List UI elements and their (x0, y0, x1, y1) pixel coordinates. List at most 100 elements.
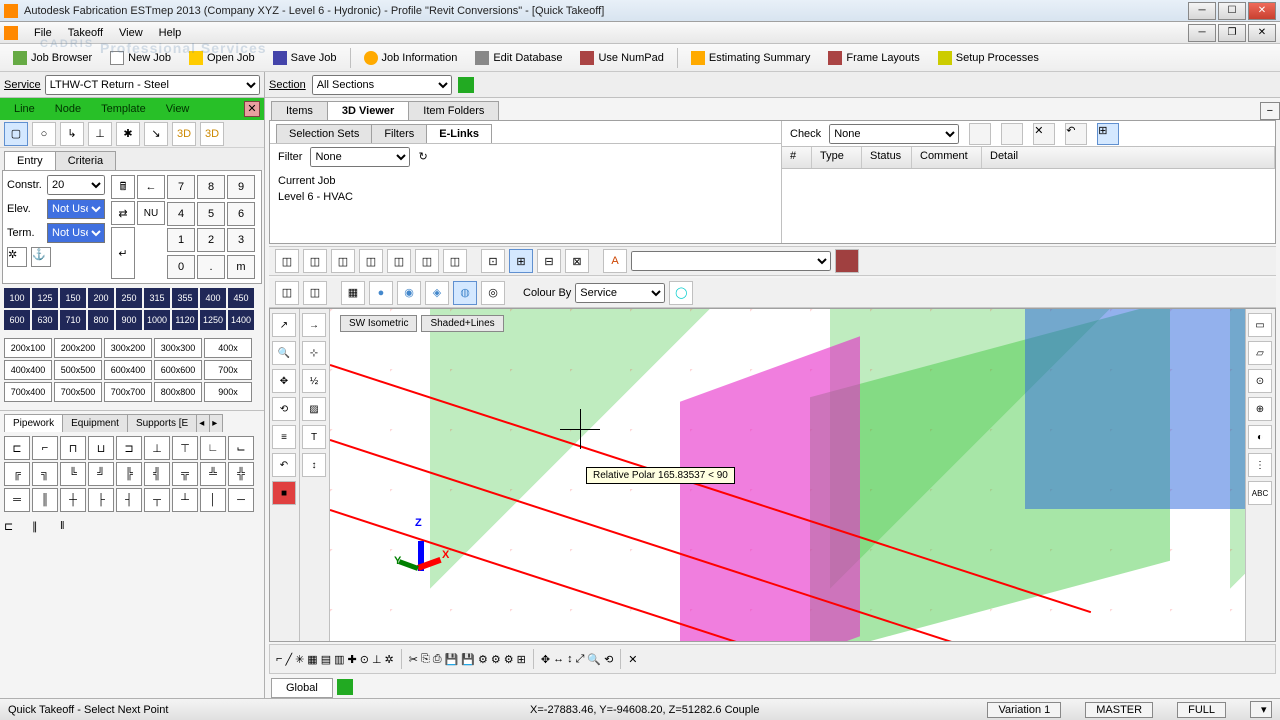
vt-cube6[interactable]: ◫ (415, 249, 439, 273)
pipe-item-18[interactable]: ═ (4, 488, 30, 512)
vt2-hidden[interactable]: ◎ (481, 281, 505, 305)
bottom-tool-3[interactable]: ▦ (307, 653, 317, 666)
mdi-minimize-button[interactable]: ─ (1188, 24, 1216, 42)
tab-node[interactable]: Node (45, 101, 91, 117)
open-job-button[interactable]: Open Job (182, 48, 262, 68)
size-round-900[interactable]: 900 (116, 310, 142, 330)
vt2-box[interactable]: ◈ (425, 281, 449, 305)
vt-sel4[interactable]: ⊠ (565, 249, 589, 273)
lv-pan[interactable]: ✥ (272, 369, 296, 393)
line-tool-3[interactable]: ↳ (60, 122, 84, 146)
elev-select[interactable]: Not Used (47, 199, 105, 219)
size-round-710[interactable]: 710 (60, 310, 86, 330)
bottom-tool-21[interactable]: ✥ (541, 653, 550, 666)
pipe-item-21[interactable]: ├ (88, 488, 114, 512)
size-rect-8[interactable]: 600x600 (154, 360, 202, 380)
minimize-button[interactable]: ─ (1188, 2, 1216, 20)
size-rect-9[interactable]: 700x (204, 360, 252, 380)
line-tool-4[interactable]: ⊥ (88, 122, 112, 146)
vt-cube7[interactable]: ◫ (443, 249, 467, 273)
size-rect-12[interactable]: 700x700 (104, 382, 152, 402)
tab-selection-sets[interactable]: Selection Sets (276, 124, 372, 143)
tab-criteria[interactable]: Criteria (55, 151, 116, 170)
size-rect-3[interactable]: 300x300 (154, 338, 202, 358)
job-info-button[interactable]: Job Information (357, 48, 465, 68)
lv-zoom[interactable]: 🔍 (272, 341, 296, 365)
bottom-tool-1[interactable]: ╱ (285, 653, 292, 666)
bottom-tool-15[interactable]: 💾 (461, 653, 475, 666)
lv-list[interactable]: ≡ (272, 425, 296, 449)
frame-layouts-button[interactable]: Frame Layouts (821, 48, 926, 68)
pipe-item-24[interactable]: ┴ (172, 488, 198, 512)
col-detail[interactable]: Detail (982, 147, 1275, 168)
pipe-item-extra-3[interactable]: ‖ (60, 520, 86, 533)
bottom-tool-6[interactable]: ✚ (348, 653, 357, 666)
nu-key[interactable]: NU (137, 201, 165, 225)
mdi-restore-button[interactable]: ❐ (1218, 24, 1246, 42)
vt-sel1[interactable]: ⊡ (481, 249, 505, 273)
vt2-solid[interactable]: ● (369, 281, 393, 305)
key-7[interactable]: 7 (167, 175, 195, 199)
tab-line[interactable]: Line (4, 101, 45, 117)
tab-view[interactable]: View (156, 101, 200, 117)
3d-viewport[interactable]: ↗ 🔍 ✥ ⟲ ≡ ↶ ■ → ⊹ ½ ▨ T ↕ ▭ ▱ ⊙ ⊕ ◐ (269, 308, 1276, 642)
tab-e-links[interactable]: E-Links (426, 124, 492, 143)
lv2-1[interactable]: → (302, 313, 326, 337)
bottom-tool-18[interactable]: ⚙ (504, 653, 514, 666)
check-grid-body[interactable] (782, 169, 1275, 243)
check-tool-active[interactable]: ⊞ (1097, 123, 1119, 145)
key-6[interactable]: 6 (227, 202, 255, 226)
rv-1[interactable]: ▭ (1248, 313, 1272, 337)
pipe-item-11[interactable]: ╚ (60, 462, 86, 486)
check-tool-2[interactable] (1001, 123, 1023, 145)
key-dot[interactable]: . (197, 255, 225, 279)
size-rect-7[interactable]: 600x400 (104, 360, 152, 380)
bottom-tool-24[interactable]: ⤢ (576, 653, 585, 666)
size-round-1120[interactable]: 1120 (172, 310, 198, 330)
lv-arrow[interactable]: ↗ (272, 313, 296, 337)
pipe-item-15[interactable]: ╦ (172, 462, 198, 486)
col-status[interactable]: Status (862, 147, 912, 168)
pipe-item-16[interactable]: ╩ (200, 462, 226, 486)
bottom-tool-22[interactable]: ↔ (553, 653, 564, 665)
app-menu-icon[interactable] (4, 26, 18, 40)
size-round-400[interactable]: 400 (200, 288, 226, 308)
colour-by-icon[interactable]: ◯ (669, 281, 693, 305)
bottom-tool-28[interactable]: ✕ (628, 653, 637, 666)
rv-3[interactable]: ⊙ (1248, 369, 1272, 393)
lv2-5[interactable]: T (302, 425, 326, 449)
key-0[interactable]: 0 (167, 255, 195, 279)
tab-item-folders[interactable]: Item Folders (408, 101, 499, 120)
pipe-item-3[interactable]: ⊔ (88, 436, 114, 460)
job-browser-button[interactable]: Job Browser (6, 48, 99, 68)
menu-view[interactable]: View (111, 25, 151, 41)
line-tool-8[interactable]: 3D (200, 122, 224, 146)
bottom-tool-25[interactable]: 🔍 (587, 653, 601, 666)
view-shade-badge[interactable]: Shaded+Lines (421, 315, 503, 332)
vt-cube4[interactable]: ◫ (359, 249, 383, 273)
pipe-item-17[interactable]: ╬ (228, 462, 254, 486)
size-round-800[interactable]: 800 (88, 310, 114, 330)
pipe-item-4[interactable]: ⊐ (116, 436, 142, 460)
pipe-item-26[interactable]: ─ (228, 488, 254, 512)
service-select[interactable]: LTHW-CT Return - Steel (45, 75, 260, 95)
bottom-tool-16[interactable]: ⚙ (478, 653, 488, 666)
line-tool-1[interactable]: ▢ (4, 122, 28, 146)
check-tool-delete[interactable]: ✕ (1033, 123, 1055, 145)
pipe-item-extra-2[interactable]: ∥ (32, 520, 58, 533)
vt2-shaded[interactable]: ◍ (453, 281, 477, 305)
lv-undo[interactable]: ↶ (272, 453, 296, 477)
bottom-tool-12[interactable]: ⎘ (421, 653, 430, 666)
vt-cube3[interactable]: ◫ (331, 249, 355, 273)
pipe-item-2[interactable]: ⊓ (60, 436, 86, 460)
pipe-item-5[interactable]: ⊥ (144, 436, 170, 460)
swap-icon[interactable]: ⇄ (111, 201, 135, 225)
rv-2[interactable]: ▱ (1248, 341, 1272, 365)
vt2-sphere[interactable]: ◉ (397, 281, 421, 305)
close-panel-button[interactable]: ✕ (244, 101, 260, 117)
rv-abc[interactable]: ABC (1248, 481, 1272, 505)
size-rect-11[interactable]: 700x500 (54, 382, 102, 402)
section-select[interactable]: All Sections (312, 75, 452, 95)
pipe-item-23[interactable]: ┬ (144, 488, 170, 512)
new-job-button[interactable]: New Job (103, 48, 178, 68)
